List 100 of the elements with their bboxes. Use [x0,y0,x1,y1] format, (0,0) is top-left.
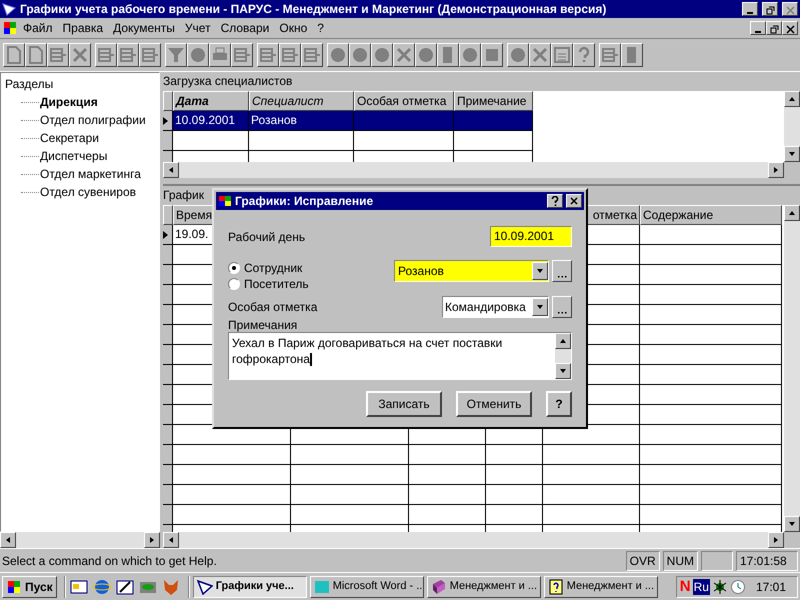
taskbar-button[interactable]: Менеджмент и ... [544,576,658,598]
clock-icon[interactable] [730,578,746,594]
close-button[interactable] [566,194,582,208]
minimize-button[interactable] [742,2,758,16]
menu-item[interactable]: Правка [58,19,108,37]
tree-item[interactable]: Отдел полиграфии [39,111,147,129]
document-restore-button[interactable] [766,21,782,35]
toolbar-button[interactable] [25,43,47,67]
toolbar-button[interactable] [551,43,573,67]
dialog-button[interactable]: Отменить [456,391,532,417]
scroll-right-button[interactable] [144,532,160,548]
menu-item[interactable]: ? [312,19,329,37]
tree-item[interactable]: Диспетчеры [39,147,108,165]
toolbar-button[interactable] [209,43,231,67]
tree-item[interactable]: Отдел сувениров [39,183,138,201]
toolbar-button[interactable] [257,43,279,67]
toolbar-button[interactable] [481,43,503,67]
grid-caption: График [163,187,205,204]
column-header[interactable]: Примечание [454,91,533,111]
scroll-down-button[interactable] [784,146,800,162]
scroll-right-button[interactable] [768,532,784,548]
desktop-icon[interactable] [68,578,89,596]
tree-root[interactable]: Разделы [5,75,54,93]
browse-button[interactable] [552,260,572,282]
toolbar-button[interactable] [393,43,415,67]
menu-item[interactable]: Словари [216,19,274,37]
restore-button[interactable] [762,2,778,16]
scroll-up-button[interactable] [784,205,800,221]
toolbar-button[interactable] [599,43,621,67]
toolbar-button[interactable] [139,43,161,67]
toolbar-button[interactable] [529,43,551,67]
scroll-left-button[interactable] [163,162,179,178]
menu-item[interactable]: Документы [108,19,180,37]
toolbar-button[interactable] [621,43,643,67]
toolbar-button[interactable] [69,43,91,67]
radio-button[interactable] [228,262,240,274]
scroll-left-button[interactable] [163,532,179,548]
taskbar-button[interactable]: Менеджмент и ... [426,576,541,598]
toolbar-button[interactable] [3,43,25,67]
circle-icon [328,45,348,65]
toolbar-button[interactable] [279,43,301,67]
triangle-right-icon [772,166,780,174]
notes-field[interactable]: Уехал в Париж договариваться на счет поставки гофрокартона [228,332,572,380]
scroll-up-button[interactable] [555,333,571,349]
pen-icon[interactable] [114,578,135,596]
scroll-down-button[interactable] [784,516,800,532]
field-label: Особая отметка [228,299,318,316]
scrollbar-track[interactable] [555,349,571,363]
scroll-left-button[interactable] [0,532,16,548]
column-header[interactable]: Специалист [249,91,354,111]
toolbar-button[interactable] [415,43,437,67]
column-header[interactable]: Содержание [640,205,782,225]
column-header[interactable]: Дата [173,91,249,111]
taskbar-button[interactable]: Microsoft Word - ... [310,576,424,598]
taskbar-button[interactable]: Графики уче... [192,576,307,598]
toolbar-button[interactable] [573,43,595,67]
toolbar-button[interactable] [301,43,323,67]
scroll-down-button[interactable] [555,363,571,379]
start-button[interactable]: Пуск [2,576,57,598]
tree-item[interactable]: Дирекция [39,93,99,111]
toolbar-button[interactable] [47,43,69,67]
menu-item[interactable]: Учет [180,19,216,37]
language-indicator[interactable]: Ru [692,578,710,594]
bug-icon[interactable] [712,578,728,594]
column-header[interactable]: Особая отметка [354,91,454,111]
toolbar-button[interactable] [117,43,139,67]
toolbar-button[interactable] [459,43,481,67]
document-minimize-button[interactable] [750,21,766,35]
menu-item[interactable]: Файл [18,19,58,37]
radio-label[interactable]: Сотрудник [244,259,302,277]
close-button[interactable] [782,2,798,16]
scroll-up-button[interactable] [784,91,800,107]
person-combo[interactable]: Розанов [394,260,549,282]
toolbar-button[interactable] [371,43,393,67]
browse-button[interactable] [552,296,572,318]
close-icon [786,25,794,34]
radio-label[interactable]: Посетитель [244,275,309,293]
radio-button[interactable] [228,278,240,290]
tree-item[interactable]: Отдел маркетинга [39,165,142,183]
dialog-button[interactable]: Записать [366,391,442,417]
menu-item[interactable]: Окно [274,19,312,37]
date-field[interactable]: 10.09.2001 [490,226,572,247]
scroll-right-button[interactable] [768,162,784,178]
toolbar-button[interactable] [437,43,459,67]
toolbar-button[interactable] [165,43,187,67]
dialog-button[interactable]: ? [546,391,572,417]
mark-combo[interactable]: Командировка [442,296,549,318]
circle-icon [188,45,208,65]
toolbar-button[interactable] [349,43,371,67]
toolbar-button[interactable] [327,43,349,67]
toolbar-button[interactable] [231,43,253,67]
help-button[interactable] [547,194,563,208]
table-icon [258,45,278,65]
toolbar-button[interactable] [95,43,117,67]
tree-item[interactable]: Секретари [39,129,100,147]
toolbar-button[interactable] [507,43,529,67]
circle-icon [350,45,370,65]
table-cell: Розанов [249,111,354,131]
toolbar-button[interactable] [187,43,209,67]
document-close-button[interactable] [782,21,798,35]
